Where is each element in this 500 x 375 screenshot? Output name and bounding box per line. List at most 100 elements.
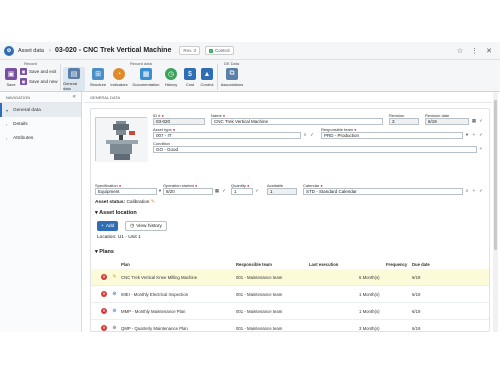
structure-icon: ⊞	[92, 68, 104, 80]
check-icon[interactable]: ✓	[478, 132, 484, 139]
main-content: GENERAL DATA ID # ● 03-020 Name ● CNC Tr…	[84, 92, 492, 332]
available-field: 1	[267, 188, 297, 195]
asset-photo[interactable]	[95, 117, 148, 162]
check-icon[interactable]: ✓	[254, 188, 260, 195]
add-button[interactable]: + Add	[97, 221, 119, 231]
check-icon[interactable]: ✓	[221, 188, 227, 195]
delete-icon[interactable]: ✕	[101, 274, 107, 280]
settings-icon[interactable]: ⋮	[471, 47, 478, 55]
table-row[interactable]: ✕ ✎ CNC Trek Vertical Knee Milling Machi…	[91, 269, 489, 286]
delete-icon[interactable]: ✕	[101, 291, 107, 297]
revision-field: 3	[389, 118, 419, 125]
nav-header: NAVIGATION «	[0, 92, 81, 103]
asset-location-title: ▾ Asset location	[95, 210, 137, 216]
check-icon[interactable]: ✓	[478, 118, 484, 125]
control-button[interactable]: ▲ Control	[199, 68, 215, 87]
status-label: Control	[215, 48, 230, 53]
chevron-right-icon: ›	[6, 135, 8, 141]
column-frequency[interactable]: Frequency	[386, 262, 407, 267]
save-icon: ▣	[5, 68, 17, 80]
save-new-button[interactable]: ▣ Save and new	[20, 78, 58, 85]
structure-button[interactable]: ⊞ Structure	[88, 68, 108, 87]
specification-field[interactable]: Equipment	[95, 188, 157, 195]
quantity-field[interactable]: 1	[231, 188, 253, 195]
indicators-icon: ◔	[113, 68, 125, 80]
plans-title: ▾ Plans	[95, 249, 114, 255]
asset-status: Asset status: Calibration ✎	[95, 200, 155, 205]
cost-button[interactable]: $ Cost	[182, 68, 198, 87]
add-icon[interactable]: +	[471, 132, 477, 139]
responsible-team-field[interactable]: PRD - Production	[321, 132, 463, 139]
history-icon: ◷	[130, 223, 135, 229]
page-title: 03-020 - CNC Trek Vertical Machine	[55, 47, 172, 54]
save-new-icon: ▣	[20, 78, 27, 85]
dropdown-icon[interactable]: ▾	[464, 132, 470, 139]
ribbon-toolbar: Record Record data DE Data ▣ Save ▣ Save…	[0, 60, 500, 92]
star-icon[interactable]: ☆	[457, 47, 463, 55]
check-icon: ✓	[209, 48, 214, 53]
calendar-field[interactable]: STD - Standard Calendar	[303, 188, 463, 195]
pencil-icon[interactable]: ✎	[111, 274, 118, 281]
section-header: GENERAL DATA	[84, 92, 492, 103]
plan-icon: ⊛	[112, 325, 117, 331]
chevron-right-icon: ›	[6, 121, 8, 127]
condition-field[interactable]: GO - Good	[153, 146, 477, 153]
revision-date-field: 6/19	[425, 118, 469, 125]
close-icon[interactable]: ✕	[486, 47, 492, 55]
column-last-execution[interactable]: Last execution	[309, 262, 338, 267]
nav-item-general-data[interactable]: ▾ General data	[0, 103, 81, 117]
chevron-down-icon: ▾	[6, 107, 9, 113]
associations-button[interactable]: ⧉ Associations	[220, 68, 244, 87]
documentation-button[interactable]: ▦ Documentation	[131, 68, 161, 87]
table-row[interactable]: ✕ ⊛ QMP - Quarterly Maintenance Plan 001…	[91, 320, 489, 332]
status-badge: ✓ Control	[205, 46, 234, 55]
add-icon[interactable]: +	[471, 188, 477, 195]
collapse-icon[interactable]: «	[73, 94, 76, 100]
search-icon[interactable]: ⌕	[302, 132, 308, 139]
nav-item-details[interactable]: › Details	[0, 117, 81, 131]
save-exit-icon: ▣	[20, 68, 27, 75]
operation-started-field[interactable]: 8/20	[163, 188, 213, 195]
check-icon[interactable]: ✓	[478, 188, 484, 195]
control-icon: ▲	[201, 68, 213, 80]
column-plan[interactable]: Plan	[121, 262, 130, 267]
ribbon-group-de-data: DE Data	[224, 61, 240, 66]
general-data-button[interactable]: ▤ General data	[63, 67, 85, 91]
save-exit-button[interactable]: ▣ Save and exit	[20, 68, 56, 75]
plan-icon: ⊛	[112, 308, 117, 314]
ribbon-divider	[60, 64, 61, 90]
id-field[interactable]: 03-020	[153, 118, 205, 125]
calendar-icon[interactable]: ▦	[214, 188, 220, 195]
navigation-panel: NAVIGATION « ▾ General data › Details › …	[0, 92, 82, 332]
search-icon[interactable]: ⌕	[464, 188, 470, 195]
column-due-date[interactable]: Due date	[412, 262, 430, 267]
name-field[interactable]: CNC Trek Vertical Machine	[211, 118, 383, 125]
title-bar: ⚙ Asset data › 03-020 - CNC Trek Vertica…	[0, 42, 500, 60]
column-responsible-team[interactable]: Responsible team	[236, 262, 272, 267]
ribbon-group-record: Record	[24, 61, 37, 66]
delete-icon[interactable]: ✕	[101, 325, 107, 331]
ribbon-group-record-data: Record data	[130, 61, 152, 66]
pencil-icon[interactable]: ✎	[151, 200, 155, 205]
indicators-button[interactable]: ◔ Indicators	[109, 68, 129, 87]
scrollbar[interactable]	[493, 92, 498, 332]
asset-type-field[interactable]: 007 - IT	[153, 132, 301, 139]
general-data-icon: ▤	[68, 68, 80, 79]
table-row[interactable]: ✕ ⊛ MMP - Monthly Maintenance Plan 001 -…	[91, 303, 489, 320]
plus-icon: +	[101, 223, 104, 229]
delete-icon[interactable]: ✕	[101, 308, 107, 314]
save-button[interactable]: ▣ Save	[3, 68, 19, 87]
calendar-icon[interactable]: ▦	[471, 118, 477, 125]
check-icon[interactable]: ✓	[309, 132, 315, 139]
table-row[interactable]: ✕ ⊛ IMEI - Monthly Electrical Inspection…	[91, 286, 489, 303]
location: Location: U1 - Unit 1	[97, 235, 141, 240]
history-icon: ◷	[165, 68, 177, 80]
view-history-button[interactable]: ◷ View history	[125, 221, 167, 231]
add-icon[interactable]: +	[478, 146, 484, 153]
nav-item-attributes[interactable]: › Attributes	[0, 131, 81, 145]
associations-icon: ⧉	[226, 68, 238, 80]
scrollbar-thumb[interactable]	[494, 100, 497, 250]
app-name: Asset data	[18, 47, 44, 54]
history-button[interactable]: ◷ History	[162, 68, 180, 87]
documentation-icon: ▦	[140, 68, 152, 80]
